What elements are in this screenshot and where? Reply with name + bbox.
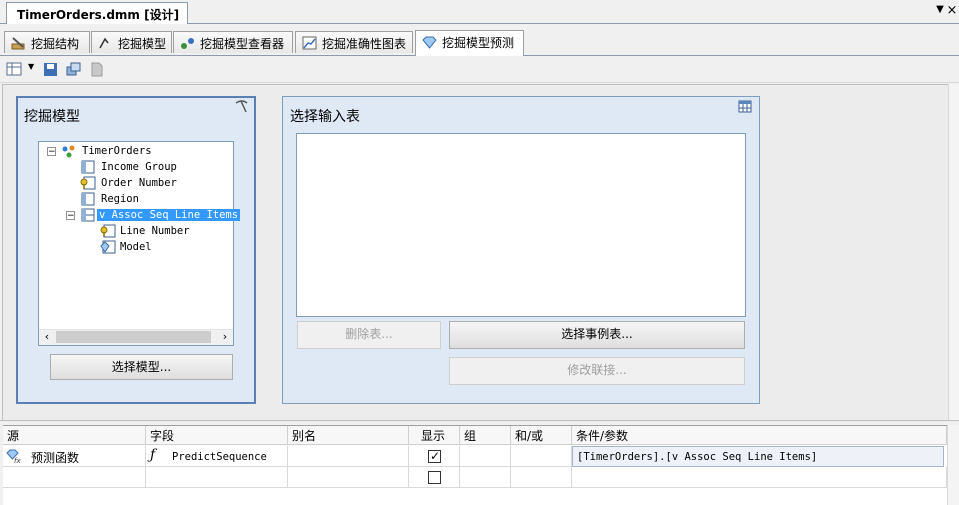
collapse-toggle[interactable]: − — [66, 211, 75, 221]
mining-model-panel-title: 挖掘模型 — [24, 109, 80, 125]
mining-model-icon — [62, 145, 75, 158]
tab-accuracy-chart[interactable]: 挖掘准确性图表 — [295, 31, 413, 53]
column-header-group[interactable]: 组 — [460, 426, 511, 445]
key-column-icon — [100, 224, 116, 238]
cell-group[interactable] — [460, 446, 511, 467]
cell-field-text: PredictSequence — [172, 451, 267, 463]
cell-source: 预测函数 — [31, 451, 80, 465]
tree-node-label: TimerOrders — [82, 145, 152, 157]
modify-join-button[interactable]: 修改联接... — [449, 357, 745, 385]
model-viewer-icon — [181, 38, 194, 49]
cell-and-or[interactable] — [511, 446, 572, 467]
switch-view-icon[interactable] — [6, 61, 24, 78]
cell-and-or[interactable] — [511, 467, 572, 488]
accuracy-chart-icon — [302, 36, 317, 50]
tree-node-line-number[interactable]: Line Number — [118, 223, 192, 239]
column-header-alias[interactable]: 别名 — [288, 426, 409, 445]
grid-vertical-scrollbar[interactable] — [947, 425, 959, 505]
mining-model-icon — [99, 37, 109, 49]
scrollbar-thumb[interactable] — [56, 331, 211, 343]
tab-model-viewer[interactable]: 挖掘模型查看器 — [173, 31, 293, 53]
tree-node-label: Region — [101, 193, 139, 205]
table-row[interactable] — [3, 467, 146, 488]
cell-criteria[interactable]: [TimerOrders].[v Assoc Seq Line Items] — [572, 446, 944, 467]
cell-criteria[interactable] — [572, 467, 947, 488]
cell-alias[interactable] — [288, 467, 409, 488]
mining-structure-icon — [11, 37, 25, 50]
show-checkbox[interactable] — [428, 471, 441, 484]
cell-alias[interactable] — [288, 446, 409, 467]
tab-label: 挖掘模型 — [118, 37, 167, 51]
column-icon — [81, 192, 95, 206]
tree-node-model[interactable]: TimerOrders — [80, 143, 154, 159]
tree-node-label: v Assoc Seq Line Items — [97, 209, 241, 221]
table-row[interactable]: 预测函数 — [3, 446, 146, 467]
pickaxe-icon — [235, 100, 248, 113]
nested-table-icon — [81, 208, 95, 222]
toolbar — [0, 57, 959, 83]
show-checkbox[interactable]: ✓ — [428, 449, 441, 463]
column-header-and-or[interactable]: 和/或 — [511, 426, 572, 445]
cell-field[interactable]: PredictSequence — [146, 446, 288, 467]
predictable-column-icon — [100, 240, 116, 254]
result-icon[interactable] — [88, 61, 106, 78]
tree-node-income-group[interactable]: Income Group — [99, 159, 179, 175]
cell-group[interactable] — [460, 467, 511, 488]
cell-field[interactable] — [146, 467, 288, 488]
check-icon: ✓ — [430, 449, 441, 463]
table-icon — [738, 100, 752, 113]
column-icon — [81, 160, 95, 174]
cell-criteria-text: [TimerOrders].[v Assoc Seq Line Items] — [577, 451, 818, 463]
collapse-toggle[interactable]: − — [47, 147, 56, 157]
tree-node-label: Line Number — [120, 225, 190, 237]
prediction-icon — [422, 36, 437, 49]
chevron-down-icon[interactable]: ▼ — [28, 62, 36, 74]
column-header-show[interactable]: 显示 — [409, 426, 460, 445]
tab-label: 挖掘模型查看器 — [200, 37, 285, 51]
tab-mining-prediction[interactable]: 挖掘模型预测 — [415, 30, 524, 56]
remove-table-button[interactable]: 删除表... — [297, 321, 441, 349]
chevron-right-icon[interactable]: › — [219, 330, 231, 344]
tab-label: 挖掘结构 — [31, 37, 80, 51]
dropdown-arrow-icon[interactable]: ▼ — [934, 4, 946, 18]
tree-node-label: Order Number — [101, 177, 177, 189]
function-icon: ƒ — [150, 447, 156, 463]
tree-node-nested-table[interactable]: v Assoc Seq Line Items — [97, 207, 241, 223]
tree-node-region[interactable]: Region — [99, 191, 141, 207]
select-case-table-button[interactable]: 选择事例表... — [449, 321, 745, 349]
input-table-panel-title: 选择输入表 — [290, 109, 360, 125]
svg-text:fx: fx — [14, 457, 21, 464]
tab-mining-structure[interactable]: 挖掘结构 — [4, 31, 90, 53]
chevron-left-icon[interactable]: ‹ — [41, 330, 53, 344]
prediction-function-icon: fx — [6, 449, 21, 464]
column-header-field[interactable]: 字段 — [146, 426, 288, 445]
save-icon[interactable] — [42, 61, 60, 78]
select-model-button[interactable]: 选择模型... — [50, 354, 233, 380]
tree-node-label: Income Group — [101, 161, 177, 173]
key-column-icon — [80, 176, 96, 190]
tab-mining-model[interactable]: 挖掘模型 — [91, 31, 172, 53]
vertical-scrollbar[interactable] — [948, 84, 959, 420]
tree-node-label: Model — [120, 241, 152, 253]
tree-node-model-column[interactable]: Model — [118, 239, 154, 255]
tree-node-order-number[interactable]: Order Number — [99, 175, 179, 191]
column-header-criteria[interactable]: 条件/参数 — [572, 426, 947, 445]
document-tab[interactable]: TimerOrders.dmm [设计] — [6, 2, 189, 24]
input-table-area[interactable] — [296, 133, 746, 317]
singleton-query-icon[interactable] — [65, 61, 83, 78]
column-header-source[interactable]: 源 — [3, 426, 146, 445]
close-icon[interactable]: × — [946, 3, 958, 19]
tab-label: 挖掘准确性图表 — [322, 37, 407, 51]
tab-label: 挖掘模型预测 — [442, 36, 515, 50]
